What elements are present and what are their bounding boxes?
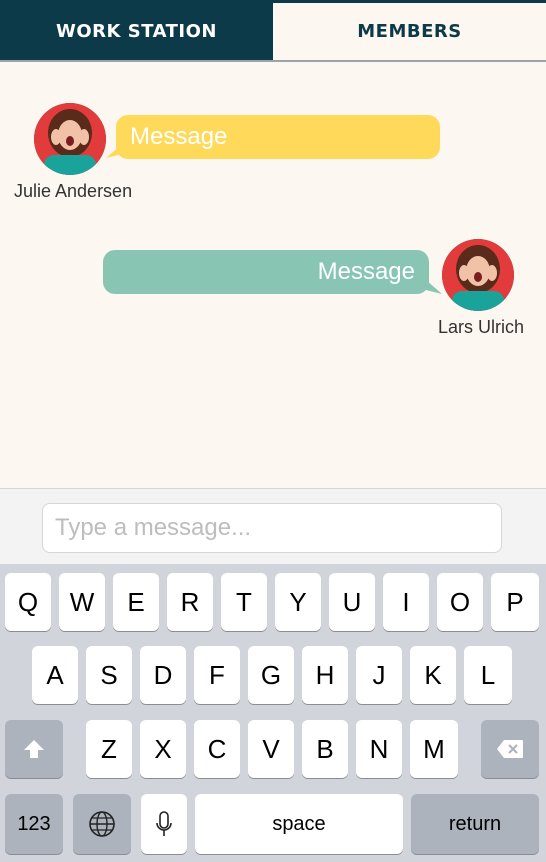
key-s[interactable]: S [86, 646, 132, 704]
key-p[interactable]: P [491, 573, 539, 631]
message-bubble[interactable]: Message [103, 250, 429, 294]
key-a[interactable]: A [32, 646, 78, 704]
composer-bar [0, 488, 546, 564]
key-l[interactable]: L [464, 646, 512, 704]
key-x[interactable]: X [140, 720, 186, 778]
key-c[interactable]: C [194, 720, 240, 778]
key-y[interactable]: Y [275, 573, 321, 631]
key-v[interactable]: V [248, 720, 294, 778]
avatar-photo-icon [34, 103, 106, 175]
key-e[interactable]: E [113, 573, 159, 631]
microphone-icon [156, 811, 172, 836]
message-input[interactable] [42, 503, 502, 553]
avatar[interactable] [34, 103, 106, 175]
key-z[interactable]: Z [86, 720, 132, 778]
key-g[interactable]: G [248, 646, 294, 704]
key-j[interactable]: J [356, 646, 402, 704]
key-d[interactable]: D [140, 646, 186, 704]
bubble-tail-left [106, 144, 122, 158]
key-t[interactable]: T [221, 573, 267, 631]
return-key[interactable]: return [411, 794, 539, 854]
message-bubble[interactable]: Message [116, 115, 440, 159]
microphone-key[interactable] [141, 794, 187, 854]
key-i[interactable]: I [383, 573, 429, 631]
sender-name: Lars Ulrich [438, 317, 525, 337]
numbers-key[interactable]: 123 [5, 794, 63, 854]
space-key[interactable]: space [195, 794, 403, 854]
key-o[interactable]: O [437, 573, 483, 631]
tab-work-station[interactable]: WORK STATION [0, 3, 273, 60]
bubble-tail-right [426, 280, 442, 294]
avatar[interactable] [442, 239, 514, 311]
key-b[interactable]: B [302, 720, 348, 778]
key-q[interactable]: Q [5, 573, 51, 631]
key-h[interactable]: H [302, 646, 348, 704]
shift-key[interactable] [5, 720, 63, 778]
message-text: Message [317, 258, 415, 285]
key-m[interactable]: M [410, 720, 458, 778]
shift-icon [24, 740, 44, 758]
key-r[interactable]: R [167, 573, 213, 631]
globe-key[interactable] [73, 794, 131, 854]
backspace-icon [497, 740, 523, 758]
tab-members[interactable]: MEMBERS [273, 3, 546, 60]
keyboard: Q W E R T Y U I O P A S D F G H J K L Z … [0, 564, 546, 862]
sender-name: Julie Andersen [14, 181, 133, 201]
tab-bar: WORK STATION MEMBERS [0, 0, 546, 62]
chat-area: Message Julie Andersen Message Lars Ulri… [0, 62, 546, 488]
key-k[interactable]: K [410, 646, 456, 704]
key-u[interactable]: U [329, 573, 375, 631]
key-w[interactable]: W [59, 573, 105, 631]
globe-icon [89, 811, 115, 837]
key-f[interactable]: F [194, 646, 240, 704]
backspace-key[interactable] [481, 720, 539, 778]
message-text: Message [130, 123, 228, 150]
avatar-photo-icon [442, 239, 514, 311]
key-n[interactable]: N [356, 720, 402, 778]
